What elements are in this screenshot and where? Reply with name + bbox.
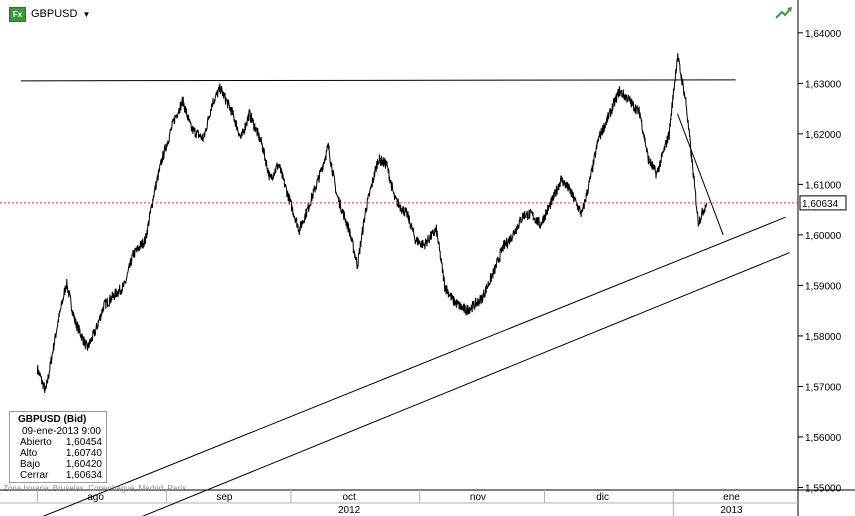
chart-header[interactable]: Fx GBPUSD ▼: [9, 6, 90, 22]
ohlc-info-box: GBPUSD (Bid) 09-ene-2013 9:00 Abierto 1,6…: [9, 411, 107, 483]
trendline: [141, 252, 790, 516]
month-label: ago: [87, 492, 104, 503]
info-title: GBPUSD (Bid): [18, 414, 87, 425]
trendline: [20, 79, 736, 82]
y-tick-label: 1,56000: [805, 433, 842, 444]
y-tick-label: 1,60000: [805, 231, 842, 242]
info-datetime: 09-ene-2013 9:00: [22, 426, 101, 437]
month-label: dic: [596, 492, 609, 503]
info-row-open: Abierto 1,60454: [20, 437, 102, 448]
month-label: oct: [342, 492, 356, 503]
info-row-high: Alto 1,60740: [20, 448, 102, 459]
current-price-marker: 1,60634: [0, 195, 847, 211]
y-tick-label: 1,62000: [805, 130, 842, 141]
y-axis: 1,55000 1,56000 1,57000 1,58000 1,59000 1,600…: [798, 29, 842, 494]
y-tick-label: 1,64000: [805, 29, 842, 40]
month-label: nov: [470, 492, 486, 503]
trendline: [677, 113, 724, 236]
symbol-label[interactable]: GBPUSD: [31, 8, 77, 20]
price-series: [36, 53, 708, 394]
month-label: sep: [216, 492, 233, 503]
y-tick-label: 1,61000: [805, 180, 842, 191]
grid-lines: [0, 0, 855, 516]
trendlines[interactable]: [20, 79, 790, 516]
year-label: 2013: [720, 505, 743, 516]
y-tick-label: 1,55000: [805, 483, 842, 494]
y-tick-label: 1,63000: [805, 79, 842, 90]
trendline: [42, 216, 786, 516]
info-row-close: Cerrar 1,60634: [20, 470, 102, 481]
y-tick-label: 1,58000: [805, 332, 842, 343]
fx-icon: Fx: [9, 6, 26, 22]
y-tick-label: 1,57000: [805, 382, 842, 393]
price-line: [36, 53, 708, 394]
timezone-label: Zona horaria: Bruselas, Copenhague, Madr…: [3, 484, 187, 493]
caret-down-icon[interactable]: ▼: [82, 10, 90, 19]
trend-arrow-icon[interactable]: [775, 6, 793, 20]
price-chart[interactable]: 1,55000 1,56000 1,57000 1,58000 1,59000 1,600…: [0, 0, 855, 516]
current-price-label: 1,60634: [802, 199, 839, 210]
month-label: ene: [723, 492, 740, 503]
info-row-low: Bajo 1,60420: [20, 459, 102, 470]
year-label: 2012: [338, 505, 361, 516]
y-tick-label: 1,59000: [805, 281, 842, 292]
